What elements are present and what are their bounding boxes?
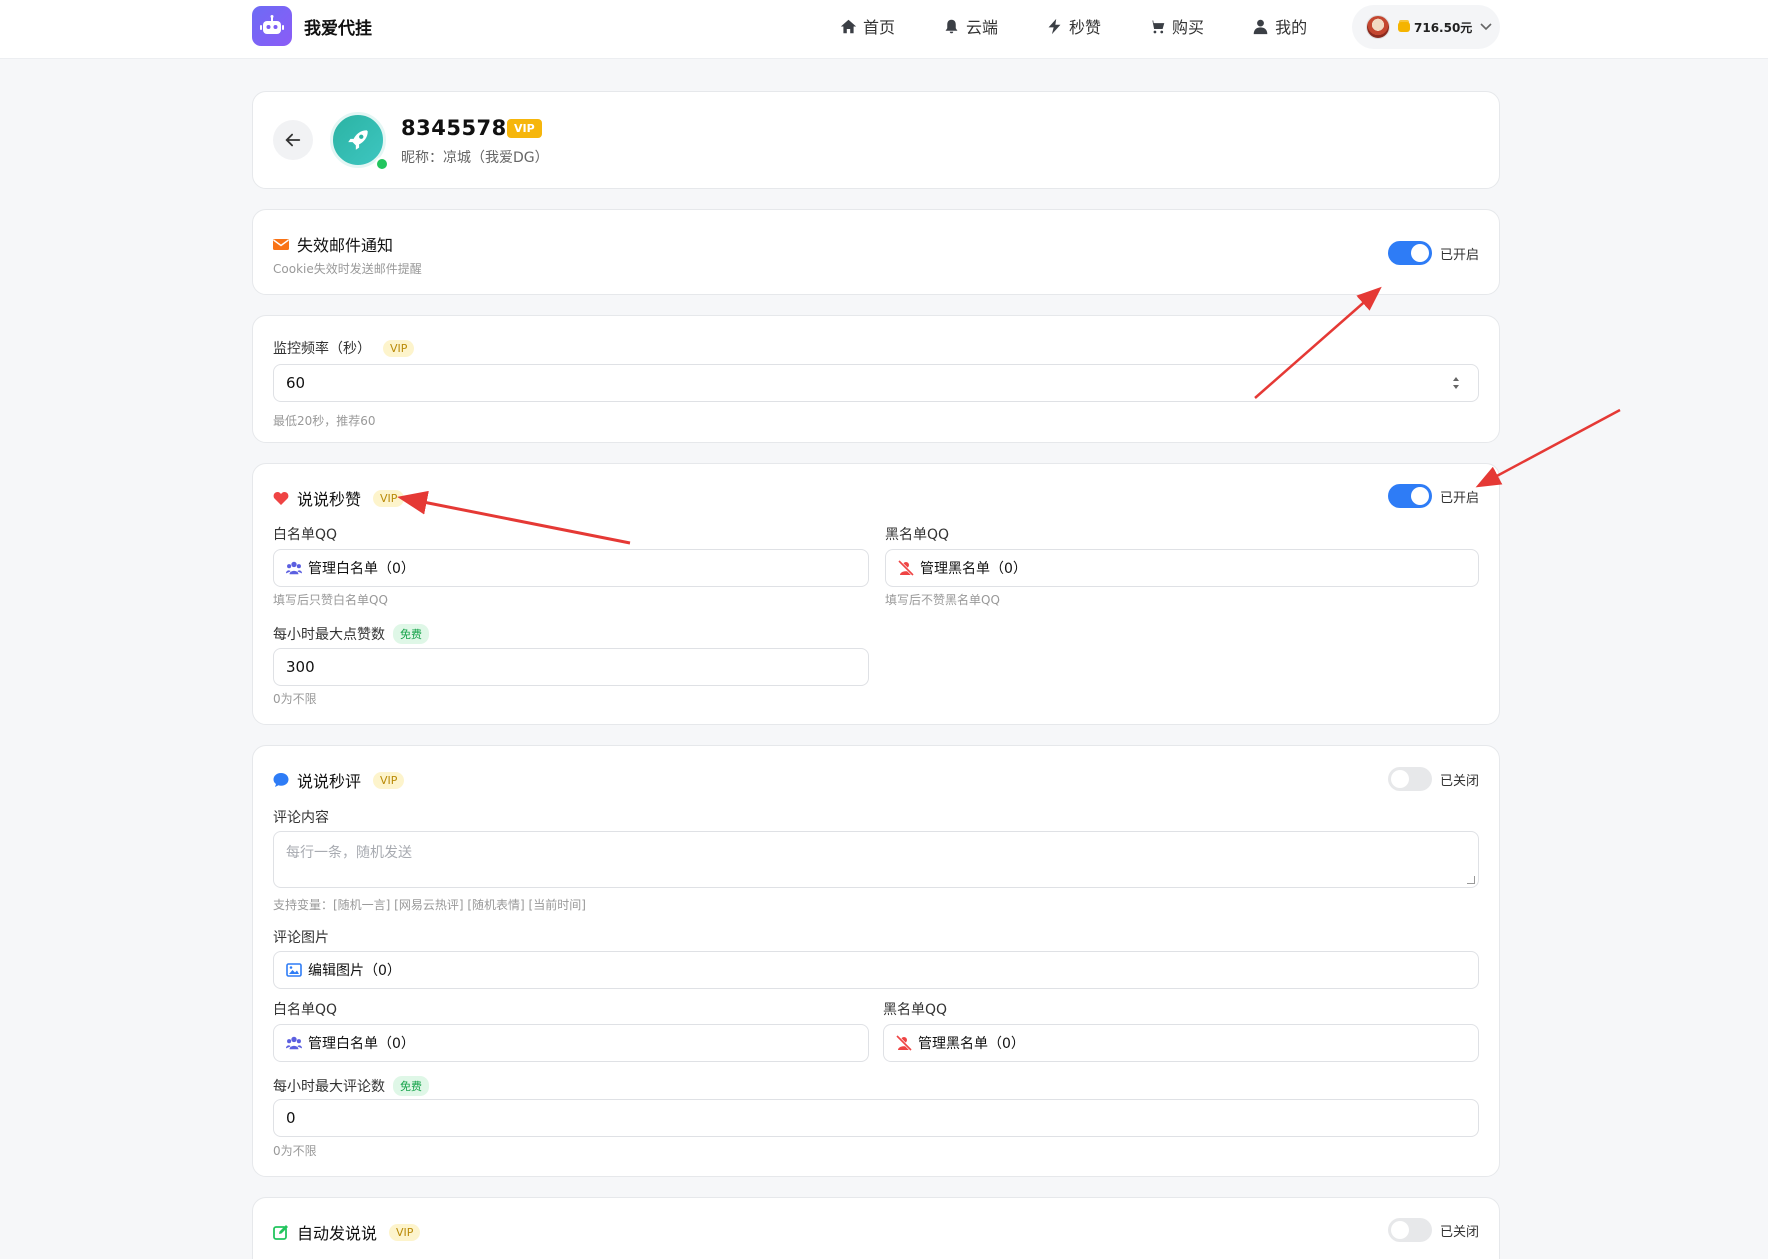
comment-content-textarea[interactable]: 每行一条，随机发送 [273, 831, 1479, 888]
email-notify-card: 失效邮件通知 Cookie失效时发送邮件提醒 已开启 [252, 209, 1500, 295]
blacklist-hint: 填写后不赞黑名单QQ [885, 593, 1000, 607]
online-status-dot [375, 157, 389, 171]
coin-icon [1398, 22, 1410, 32]
arrow-left-icon [285, 133, 301, 147]
nav-home[interactable]: 首页 [840, 13, 895, 39]
section-title: 自动发说说 VIP [273, 1220, 421, 1244]
cart-icon [1149, 20, 1165, 33]
manage-blacklist-button[interactable]: 管理黑名单（0） [883, 1024, 1479, 1062]
manage-whitelist-button[interactable]: 管理白名单（0） [273, 1024, 869, 1062]
brand[interactable]: 我爱代挂 [252, 6, 372, 46]
comment-card: 说说秒评 VIP 已关闭 评论内容 每行一条，随机发送 支持变量：[随机一言] … [252, 745, 1500, 1177]
balance: 716.50元 [1398, 19, 1472, 36]
whitelist-hint: 填写后只赞白名单QQ [273, 593, 388, 607]
manage-blacklist-button[interactable]: 管理黑名单（0） [885, 549, 1479, 587]
edit-images-button[interactable]: 编辑图片（0） [273, 951, 1479, 989]
auto-post-card: 自动发说说 VIP 已关闭 [252, 1197, 1500, 1259]
max-like-input[interactable]: 300 [273, 648, 869, 686]
nickname: 昵称：凉城（我爱DG） [401, 150, 549, 166]
chevron-down-icon [1480, 23, 1492, 31]
variables-hint: 支持变量：[随机一言] [网易云热评] [随机表情] [当前时间] [273, 898, 586, 912]
nav-like[interactable]: 秒赞 [1046, 13, 1101, 39]
edit-icon [273, 1225, 288, 1240]
like-card: 说说秒赞 VIP 已开启 白名单QQ 管理白名单（0） 填写后只赞白名单QQ 黑… [252, 463, 1500, 725]
free-tag: 免费 [393, 624, 429, 644]
like-toggle[interactable]: 已开启 [1387, 484, 1479, 508]
auto-post-toggle[interactable]: 已关闭 [1387, 1218, 1479, 1242]
max-comment-hint: 0为不限 [273, 1144, 317, 1158]
vip-badge: VIP [507, 119, 542, 138]
profile-card: 83455786 VIP 昵称：凉城（我爱DG） [252, 91, 1500, 189]
section-title: 说说秒评 VIP [273, 768, 405, 792]
vip-tag: VIP [373, 771, 405, 789]
nav-buy[interactable]: 购买 [1149, 13, 1204, 39]
section-hint: Cookie失效时发送邮件提醒 [273, 262, 422, 276]
user-menu[interactable]: 716.50元 [1352, 5, 1500, 49]
max-like-label: 每小时最大点赞数 免费 [273, 624, 429, 644]
monitor-hint: 最低20秒，推荐60 [273, 414, 376, 428]
bolt-icon [1048, 18, 1061, 34]
robot-icon [252, 6, 292, 46]
brand-name: 我爱代挂 [304, 18, 372, 39]
users-icon [286, 1036, 302, 1050]
toggle-switch[interactable] [1387, 1218, 1432, 1242]
email-notify-toggle[interactable]: 已开启 [1387, 241, 1479, 265]
monitor-card: 监控频率（秒） VIP 60 最低20秒，推荐60 [252, 315, 1500, 443]
chat-bubble-icon [273, 773, 289, 787]
home-icon [840, 19, 857, 33]
image-icon [286, 963, 302, 977]
section-title: 说说秒赞 VIP [273, 486, 405, 510]
monitor-frequency-input[interactable]: 60 [273, 364, 1479, 402]
free-tag: 免费 [393, 1076, 429, 1096]
rocket-icon [348, 130, 368, 150]
heart-icon [273, 492, 289, 505]
resize-handle[interactable] [1467, 876, 1475, 884]
max-comment-label: 每小时最大评论数 免费 [273, 1076, 429, 1096]
nav-mine[interactable]: 我的 [1252, 13, 1307, 39]
account-id: 83455786 [401, 116, 522, 140]
max-like-hint: 0为不限 [273, 692, 317, 706]
whitelist-label: 白名单QQ [273, 1002, 338, 1018]
manage-whitelist-button[interactable]: 管理白名单（0） [273, 549, 869, 587]
vip-tag: VIP [389, 1223, 421, 1241]
toggle-switch[interactable] [1387, 484, 1432, 508]
monitor-label: 监控频率（秒） VIP [273, 338, 415, 358]
comment-image-label: 评论图片 [273, 930, 329, 946]
user-slash-icon [896, 1035, 912, 1051]
avatar [1366, 15, 1390, 39]
vip-tag: VIP [383, 339, 415, 357]
blacklist-label: 黑名单QQ [885, 527, 950, 543]
nav-cloud[interactable]: 云端 [943, 13, 998, 39]
toggle-switch[interactable] [1387, 241, 1432, 265]
comment-content-label: 评论内容 [273, 810, 329, 826]
top-navbar: 我爱代挂 首页 云端 秒赞 购买 我的 716.50元 [0, 0, 1768, 59]
section-title: 失效邮件通知 [273, 232, 393, 256]
blacklist-label: 黑名单QQ [883, 1002, 948, 1018]
comment-toggle[interactable]: 已关闭 [1387, 767, 1479, 791]
arrow-to-like-toggle [1475, 408, 1621, 488]
main-nav: 首页 云端 秒赞 购买 我的 [840, 13, 1355, 39]
back-button[interactable] [273, 120, 313, 160]
vip-tag: VIP [373, 489, 405, 507]
user-slash-icon [898, 560, 914, 576]
users-icon [286, 561, 302, 575]
user-icon [1253, 19, 1268, 34]
toggle-switch[interactable] [1387, 767, 1432, 791]
number-spinner-icon[interactable] [1448, 375, 1464, 391]
whitelist-label: 白名单QQ [273, 527, 338, 543]
max-comment-input[interactable]: 0 [273, 1099, 1479, 1137]
bell-icon [945, 19, 958, 33]
envelope-icon [273, 239, 289, 250]
